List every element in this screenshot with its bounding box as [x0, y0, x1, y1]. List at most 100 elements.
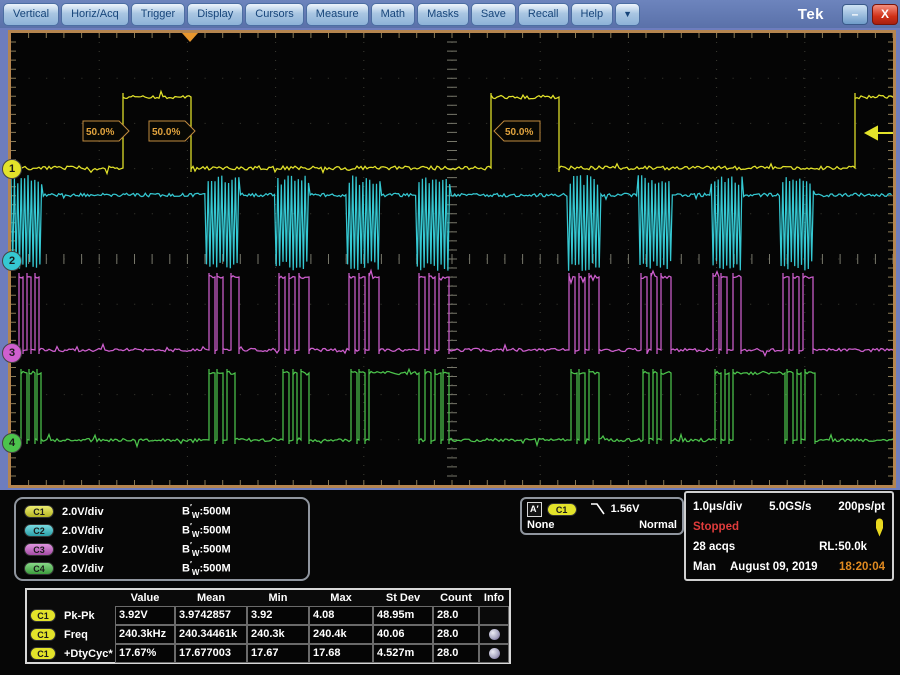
measurement-value-cell: 240.4k [309, 625, 373, 644]
measurement-value-cell: 3.92V [115, 606, 175, 625]
menu-item-recall[interactable]: Recall [518, 3, 569, 26]
menu-item-math[interactable]: Math [371, 3, 415, 26]
channel-c2-pill[interactable]: C2 [24, 524, 54, 537]
menu-buttons: VerticalHoriz/AcqTriggerDisplayCursorsMe… [2, 3, 614, 26]
menu-dropdown-button[interactable]: ▼ [615, 3, 640, 26]
measurement-value-cell: 4.08 [309, 606, 373, 625]
vertical-scale-value: 2.0V/div [62, 544, 182, 556]
measurement-table: ValueMeanMinMaxSt DevCountInfo C1 Pk-Pk 3.… [25, 588, 511, 664]
resolution: 200ps/pt [838, 501, 885, 513]
bw-limit: :500M [199, 506, 230, 518]
menu-item-measure[interactable]: Measure [306, 3, 369, 26]
svg-text:50.0%: 50.0% [505, 127, 533, 138]
menu-item-display[interactable]: Display [187, 3, 243, 26]
vertical-scale-value: 2.0V/div [62, 506, 182, 518]
trigger-source-pill[interactable]: C1 [547, 503, 577, 516]
channel-c3-pill[interactable]: C3 [24, 543, 54, 556]
measurement-value-cell: 28.0 [433, 644, 479, 663]
measurement-value-cell: 3.9742857 [175, 606, 247, 625]
bw-limit: :500M [199, 563, 230, 575]
channel-pill[interactable]: C1 [30, 609, 56, 622]
trigger-mode-man: Man [693, 561, 716, 573]
column-header-count: Count [433, 590, 479, 606]
reference-callout: 50.0% [493, 120, 541, 142]
channel-c4-pill[interactable]: C4 [24, 562, 54, 575]
clock-label: 18:20:04 [839, 561, 885, 573]
channel-2-badge[interactable]: 2 [2, 251, 22, 271]
bandwidth-value: B′W:500M [182, 541, 231, 558]
menu-item-trigger[interactable]: Trigger [131, 3, 185, 26]
info-icon[interactable] [489, 648, 500, 659]
sample-rate: 5.0GS/s [742, 501, 838, 513]
info-cell [479, 625, 509, 644]
column-header-st-dev: St Dev [373, 590, 433, 606]
bandwidth-value: B′W:500M [182, 560, 231, 577]
minimize-button[interactable]: – [842, 4, 868, 25]
measurement-value-cell: 17.67% [115, 644, 175, 663]
measurement-table-header: ValueMeanMinMaxSt DevCountInfo [27, 590, 509, 606]
measurement-value-cell: 28.0 [433, 625, 479, 644]
waveform-plot [11, 33, 893, 485]
bw-limit: :500M [199, 544, 230, 556]
acquisition-status: Stopped [693, 521, 739, 533]
menu-item-save[interactable]: Save [471, 3, 516, 26]
channel-pill[interactable]: C1 [30, 647, 56, 660]
measurement-name: Freq [64, 629, 88, 641]
timebase-scale: 1.0μs/div [693, 501, 742, 513]
measurement-value-cell: 240.34461k [175, 625, 247, 644]
menu-item-horiz-acq[interactable]: Horiz/Acq [61, 3, 129, 26]
vertical-scale-value: 2.0V/div [62, 563, 182, 575]
channel-c1-pill[interactable]: C1 [24, 505, 54, 518]
measurement-table-body: C1Pk-Pk3.92V3.97428573.924.0848.95m28.0C… [27, 606, 509, 663]
trigger-mode-b: Normal [639, 519, 677, 531]
channel-3-badge[interactable]: 3 [2, 343, 22, 363]
reference-callout: 50.0% [82, 120, 130, 142]
trigger-panel: A′ C1 1.56V None Normal [520, 497, 684, 535]
bw-prefix: B [182, 544, 190, 556]
info-icon[interactable] [489, 629, 500, 640]
channel-row-c2: C22.0V/divB′W:500M [24, 521, 300, 540]
minimize-icon: – [852, 7, 859, 21]
channel-settings-panel: C12.0V/divB′W:500MC22.0V/divB′W:500MC32.… [14, 497, 310, 581]
channel-1-badge[interactable]: 1 [2, 159, 22, 179]
channel-row-c1: C1 2.0V/divB′W:500M [24, 502, 300, 521]
measurement-row-label: C1+DtyCyc* [27, 644, 115, 663]
column-header-max: Max [309, 590, 373, 606]
display-area: 1234 50.0%50.0%50.0% [0, 28, 900, 490]
timebase-panel: 1.0μs/div 5.0GS/s 200ps/pt Stopped 28 ac… [684, 491, 894, 581]
info-cell [479, 644, 509, 663]
menu-item-masks[interactable]: Masks [417, 3, 469, 26]
measurement-name: Pk-Pk [64, 610, 95, 622]
close-button[interactable]: X [872, 4, 898, 25]
acquisition-count: 28 acqs [693, 541, 735, 553]
tek-logo: Tek [798, 6, 824, 23]
chevron-down-icon: ▼ [623, 9, 632, 19]
measurement-row-label: C1 Pk-Pk [27, 606, 115, 625]
measurement-value-cell: 4.527m [373, 644, 433, 663]
menu-item-help[interactable]: Help [571, 3, 614, 26]
bandwidth-value: B′W:500M [182, 503, 231, 520]
measurement-value-cell: 240.3k [247, 625, 309, 644]
info-cell [479, 606, 509, 625]
trigger-level-value: 1.56V [611, 503, 640, 515]
measurement-value-cell: 28.0 [433, 606, 479, 625]
ch4-waveform [11, 369, 893, 446]
bw-prefix: B [182, 525, 190, 537]
trigger-level-icon[interactable] [866, 127, 893, 139]
measurement-value-cell: 40.06 [373, 625, 433, 644]
close-icon: X [881, 7, 889, 21]
menu-item-cursors[interactable]: Cursors [245, 3, 304, 26]
bw-prefix: B [182, 506, 190, 518]
column-header-min: Min [247, 590, 309, 606]
measurement-value-cell: 3.92 [247, 606, 309, 625]
menu-item-vertical[interactable]: Vertical [3, 3, 59, 26]
record-marker-icon [874, 517, 885, 538]
trigger-position-icon[interactable] [182, 33, 198, 42]
channel-pill[interactable]: C1 [30, 628, 56, 641]
trigger-a-badge: A′ [527, 502, 542, 517]
measurement-value-cell: 17.68 [309, 644, 373, 663]
bw-limit: :500M [199, 525, 230, 537]
trigger-mode-a: None [527, 519, 555, 531]
channel-4-badge[interactable]: 4 [2, 433, 22, 453]
record-length: RL:50.0k [819, 541, 885, 553]
